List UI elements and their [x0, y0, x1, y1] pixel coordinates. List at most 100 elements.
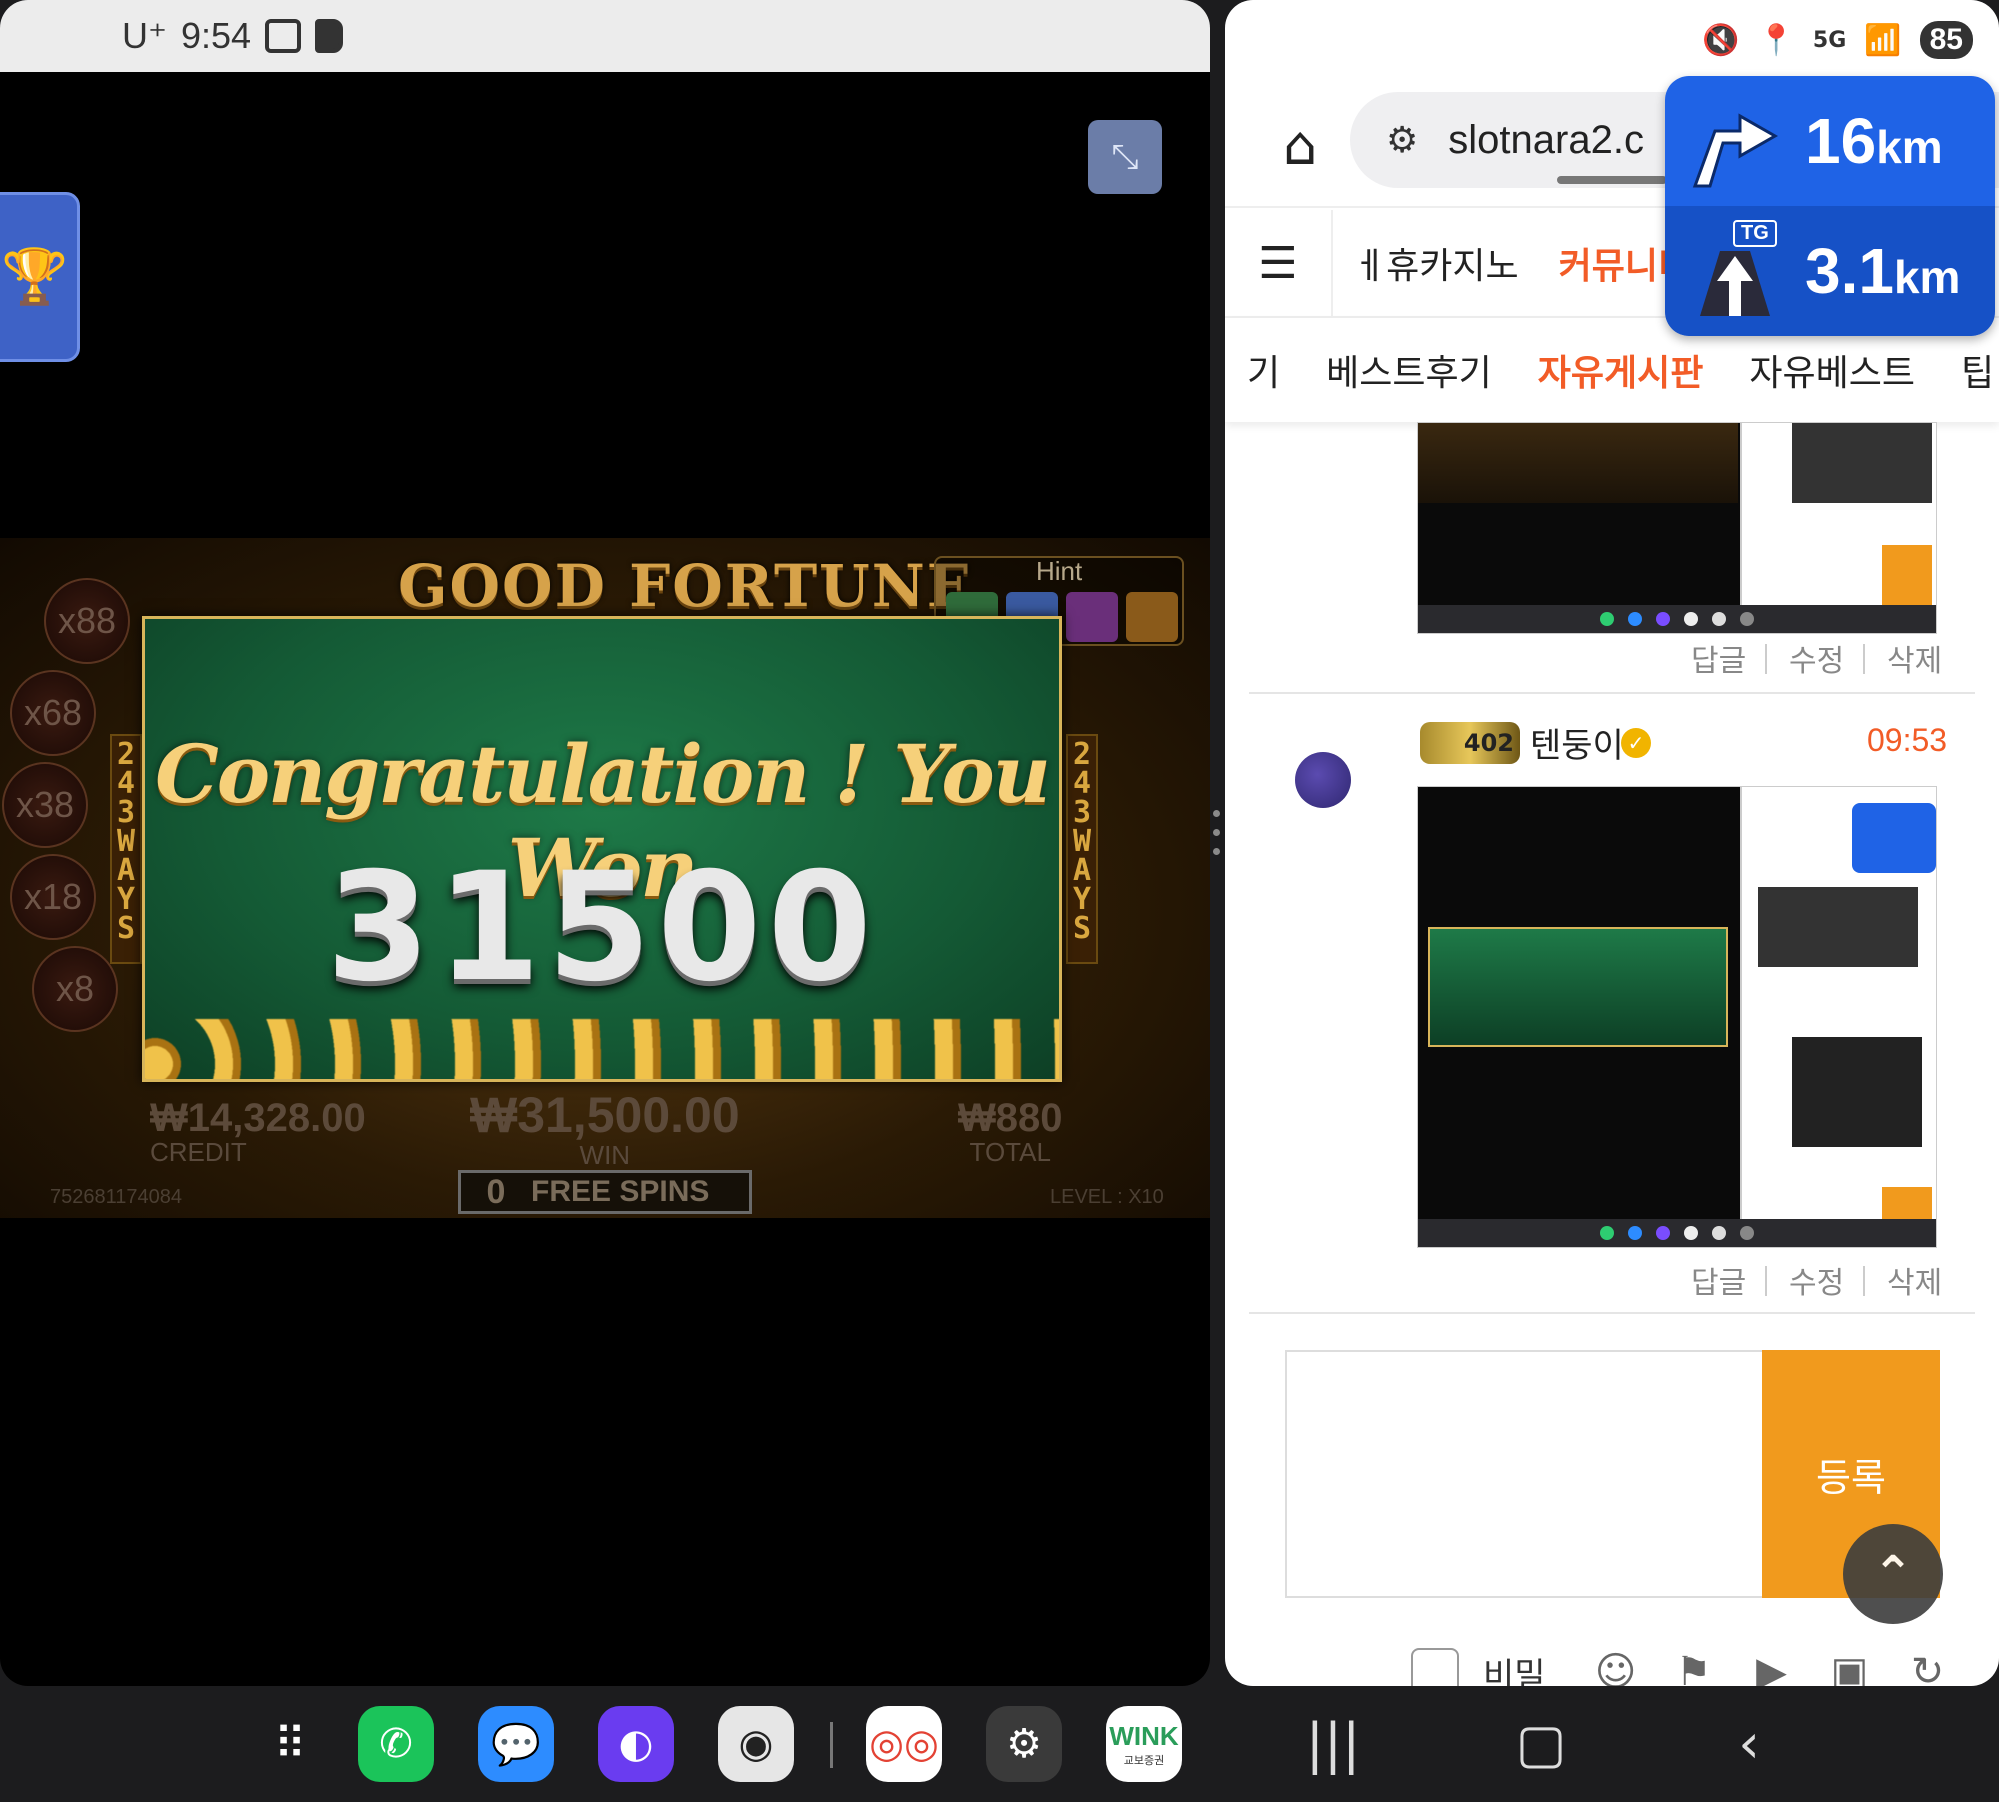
credit-value: ₩14,328.00 [150, 1096, 366, 1140]
scroll-top-button[interactable]: ⌃ [1843, 1524, 1943, 1624]
reply-button-2[interactable]: 답글 [1691, 1258, 1746, 1302]
back-button[interactable]: ‹ [1714, 1708, 1784, 1778]
internet-icon[interactable]: ◐ [598, 1706, 674, 1782]
total-value: ₩880 [958, 1096, 1063, 1140]
home-icon: ⌂ [1282, 113, 1318, 177]
image-icon[interactable]: ▣ [1828, 1649, 1872, 1686]
level-label: LEVEL : X10 [1050, 1186, 1164, 1208]
edit-button-2[interactable]: 수정 [1789, 1258, 1844, 1302]
tab-best-review[interactable]: 베스트후기 [1326, 344, 1492, 396]
navigation-overlay[interactable]: 16km 3.1km TG [1665, 76, 1995, 336]
taskbar: ⠿ ✆ 💬 ◐ ◉ ◎◎ ⚙ WINK 교보증권 ||| ▢ ‹ [0, 1686, 1999, 1802]
apps-grid-icon[interactable]: ⠿ [252, 1706, 328, 1782]
tab-free-best[interactable]: 자유베스트 [1749, 344, 1915, 396]
second-turn-distance: 3.1km [1805, 235, 1961, 307]
trophy-tab[interactable]: 🏆 [0, 192, 80, 362]
win-popup-amount: 31500 [326, 841, 878, 1015]
status-bar-left: U⁺ 9:54 [0, 0, 1210, 72]
delete-button-1[interactable]: 삭제 [1887, 636, 1942, 680]
clock: 9:54 [181, 15, 252, 56]
phone-icon[interactable]: ✆ [358, 1706, 434, 1782]
battery-level: 85 [1919, 21, 1973, 59]
secret-label: 비밀 [1483, 1655, 1546, 1687]
verified-icon: ✓ [1621, 728, 1651, 758]
free-spins-label: FREE SPINS [531, 1175, 710, 1208]
exit-fullscreen-button[interactable]: ⤡ [1088, 120, 1162, 194]
home-button[interactable]: ⌂ [1265, 110, 1335, 180]
hint-symbol-4 [1126, 592, 1178, 642]
collapse-icon: ⤡ [1111, 137, 1139, 177]
status-bar-right: 🔇 📍 5G 📶 85 [1225, 0, 1999, 80]
window-drag-handle[interactable] [1557, 176, 1667, 184]
reply-button-1[interactable]: 답글 [1691, 636, 1746, 680]
slot-game[interactable]: GOOD FORTUNE Hint x88 x68 x38 x18 x8 243… [0, 538, 1210, 1218]
mute-icon: 🔇 [1702, 22, 1740, 58]
win-stat: ₩31,500.00 WIN [470, 1086, 740, 1171]
win-value: ₩31,500.00 [470, 1087, 740, 1143]
comment-username[interactable]: 텐둥이 [1530, 718, 1624, 767]
screenshot-icon [265, 19, 302, 53]
level-badge: 402 [1420, 722, 1520, 764]
next-turn-distance: 16km [1805, 105, 1943, 177]
split-divider-handle[interactable] [1213, 810, 1221, 867]
gold-coins-decoration [145, 1019, 1059, 1079]
comment-image-1[interactable] [1417, 422, 1937, 634]
carrier-label: U⁺ [122, 15, 167, 56]
ways-label-right: 243WAYS [1066, 734, 1098, 964]
comment-input[interactable] [1285, 1350, 1765, 1598]
total-label: TOTAL [969, 1137, 1051, 1167]
win-popup[interactable]: Congratulation ! You Won 31500 [142, 616, 1062, 1082]
round-id: 752681174084 [50, 1186, 182, 1208]
credit-stat: ₩14,328.00 CREDIT [150, 1096, 366, 1168]
menu-button[interactable]: ☰ [1225, 210, 1333, 316]
delete-button-2[interactable]: 삭제 [1887, 1258, 1942, 1302]
hint-symbol-3 [1066, 592, 1118, 642]
multiplier-x88: x88 [44, 578, 130, 664]
emoji-icon[interactable]: ☺ [1594, 1649, 1638, 1686]
camera-icon[interactable]: ◉ [718, 1706, 794, 1782]
wink-sublabel: 교보증권 [1123, 1753, 1165, 1767]
tollgate-tag: TG [1733, 220, 1777, 247]
comment-image-2[interactable] [1417, 786, 1937, 1248]
turn-right-arrow-icon [1692, 113, 1779, 188]
tab-free-board[interactable]: 자유게시판 [1538, 344, 1704, 396]
win-label: WIN [579, 1140, 631, 1170]
site-settings-icon[interactable]: ⚙ [1386, 120, 1418, 161]
game-title: GOOD FORTUNE [398, 552, 973, 620]
edit-button-1[interactable]: 수정 [1789, 636, 1844, 680]
free-spins-box: 0 FREE SPINS [458, 1170, 752, 1214]
back-icon: ‹ [1738, 1711, 1760, 1775]
wink-app-icon[interactable]: WINK 교보증권 [1106, 1706, 1182, 1782]
total-stat: ₩880 TOTAL [958, 1096, 1063, 1168]
settings-icon[interactable]: ⚙ [986, 1706, 1062, 1782]
flag-icon[interactable]: ⚑ [1672, 1649, 1716, 1686]
multiplier-x68: x68 [10, 670, 96, 756]
multiplier-x8: x8 [32, 946, 118, 1032]
tab-partial-left[interactable]: 기 [1247, 344, 1280, 396]
refresh-icon[interactable]: ↻ [1906, 1649, 1950, 1686]
multiplier-x38: x38 [2, 762, 88, 848]
game-window: U⁺ 9:54 ⤡ 🏆 GOOD FORTUNE Hint x88 x68 x3… [0, 0, 1210, 1686]
trophy-icon: 🏆 [1, 245, 69, 308]
video-icon[interactable]: ▶ [1750, 1649, 1794, 1686]
b-app-icon [315, 19, 344, 53]
recents-button[interactable]: ||| [1298, 1708, 1368, 1778]
recents-icon: ||| [1305, 1711, 1361, 1775]
messages-icon[interactable]: 💬 [478, 1706, 554, 1782]
secret-checkbox[interactable] [1411, 1648, 1459, 1686]
network-label: 5G [1812, 27, 1847, 53]
url-text: slotnara2.c [1448, 117, 1644, 162]
hamburger-icon: ☰ [1258, 237, 1298, 289]
location-icon: 📍 [1757, 22, 1795, 58]
chrome-pair-icon[interactable]: ◎◎ [866, 1706, 942, 1782]
nav-item-casino[interactable]: ㅔ휴카지노 [1353, 237, 1519, 289]
tab-tips[interactable]: 팁 [1961, 344, 1994, 396]
chevron-up-icon: ⌃ [1872, 1546, 1914, 1602]
comment-time: 09:53 [1867, 722, 1948, 758]
free-spins-count: 0 [486, 1172, 506, 1211]
ways-label-left: 243WAYS [110, 734, 142, 964]
credit-label: CREDIT [150, 1137, 247, 1167]
multiplier-x18: x18 [10, 854, 96, 940]
comment-list: 답글 수정 삭제 402 텐둥이 ✓ 09:53 답글 수정 삭제 등록 ⌃ 비… [1225, 422, 1999, 1686]
home-nav-button[interactable]: ▢ [1506, 1708, 1576, 1778]
